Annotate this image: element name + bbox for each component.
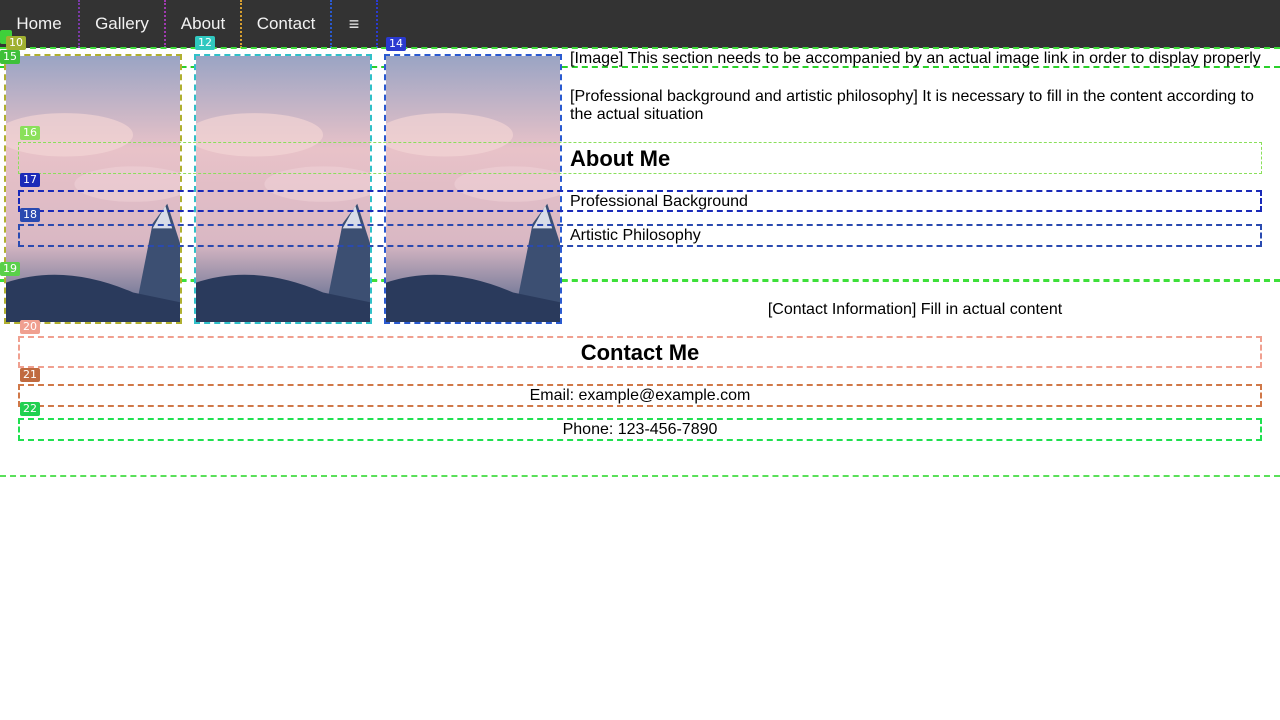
about-heading: About Me bbox=[570, 146, 671, 171]
gallery-image-2[interactable] bbox=[194, 54, 372, 324]
badge-21: 21 bbox=[20, 368, 40, 382]
gallery-image-3[interactable] bbox=[384, 54, 562, 324]
top-navigation: Home Gallery About Contact ≡ bbox=[0, 0, 1280, 48]
image-placeholder-note: [Image] This section needs to be accompa… bbox=[570, 50, 1261, 67]
about-professional-background: Professional Background bbox=[570, 193, 748, 210]
contact-heading: Contact Me bbox=[580, 340, 700, 365]
badge-14: 14 bbox=[386, 37, 406, 51]
hamburger-menu-icon[interactable]: ≡ bbox=[330, 0, 378, 48]
nav-gallery-link[interactable]: Gallery bbox=[78, 0, 164, 48]
contact-phone: Phone: 123-456-7890 bbox=[562, 421, 718, 438]
badge-17: 17 bbox=[20, 173, 40, 187]
contact-email: Email: example@example.com bbox=[529, 387, 751, 404]
background-placeholder-note: [Professional background and artistic ph… bbox=[570, 88, 1254, 123]
badge-20: 20 bbox=[20, 320, 40, 334]
gallery-image-1[interactable] bbox=[4, 54, 182, 324]
badge-18: 18 bbox=[20, 208, 40, 222]
badge-22: 22 bbox=[20, 402, 40, 416]
about-artistic-philosophy: Artistic Philosophy bbox=[570, 227, 701, 244]
badge-12: 12 bbox=[195, 36, 215, 50]
nav-contact-link[interactable]: Contact bbox=[240, 0, 330, 48]
badge-19: 19 bbox=[0, 262, 20, 276]
badge-10: 10 bbox=[6, 36, 26, 50]
badge-15: 15 bbox=[0, 50, 20, 64]
badge-16: 16 bbox=[20, 126, 40, 140]
contact-placeholder-note: [Contact Information] Fill in actual con… bbox=[767, 301, 1063, 318]
